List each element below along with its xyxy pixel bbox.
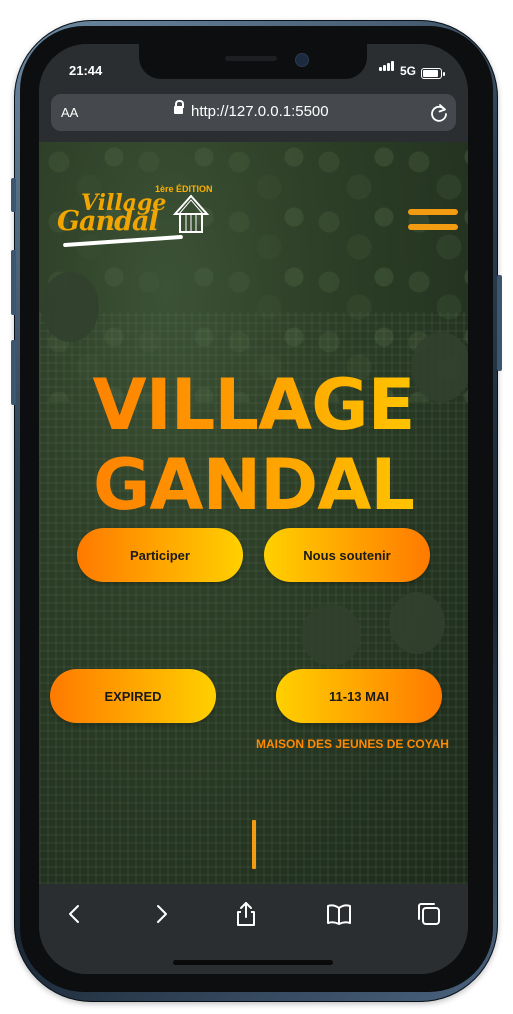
phone-silent-switch <box>11 178 16 212</box>
text-size-button[interactable]: AA <box>61 105 78 120</box>
bg-figure <box>301 604 361 666</box>
dates-button[interactable]: 11-13 MAI <box>276 669 442 723</box>
venue-text: MAISON DES JEUNES DE COYAH <box>256 737 449 751</box>
address-bar[interactable]: AA http://127.0.0.1:5500 <box>51 94 456 131</box>
notch <box>139 44 367 79</box>
bg-figure <box>41 272 99 342</box>
bg-figure <box>389 592 445 654</box>
village-gandal-logo[interactable]: 1ère ÉDITION Village Gandal <box>55 184 215 254</box>
support-button[interactable]: Nous soutenir <box>264 528 430 582</box>
phone-volume-up <box>11 250 16 315</box>
scroll-down-indicator[interactable] <box>252 820 256 869</box>
forward-icon[interactable] <box>147 900 175 928</box>
participate-button[interactable]: Participer <box>77 528 243 582</box>
reload-icon[interactable] <box>429 103 449 123</box>
camera-icon <box>295 53 309 67</box>
share-icon[interactable] <box>232 900 260 928</box>
home-indicator[interactable] <box>173 960 333 965</box>
speaker <box>225 56 277 61</box>
web-page: 1ère ÉDITION Village Gandal VILLAGE GAND… <box>39 142 468 884</box>
hamburger-menu-icon[interactable] <box>408 209 458 235</box>
hero-title-line1: VILLAGE <box>39 370 468 440</box>
logo-gandal-text: Gandal <box>57 206 159 237</box>
phone-power-button <box>497 275 502 371</box>
tabs-icon[interactable] <box>415 900 443 928</box>
expired-button[interactable]: EXPIRED <box>50 669 216 723</box>
phone-volume-down <box>11 340 16 405</box>
back-icon[interactable] <box>61 900 89 928</box>
status-time: 21:44 <box>69 63 103 78</box>
network-type: 5G <box>400 64 417 78</box>
url-text[interactable]: http://127.0.0.1:5500 <box>191 103 329 120</box>
lock-icon <box>174 100 184 114</box>
battery-icon <box>421 68 445 79</box>
hero-title-line2: GANDAL <box>39 450 468 520</box>
phone-screen: 21:44 5G AA http://127.0.0.1:5500 1ère É… <box>39 44 468 974</box>
bookmarks-icon[interactable] <box>325 900 353 928</box>
status-bar: 21:44 5G <box>39 44 468 94</box>
